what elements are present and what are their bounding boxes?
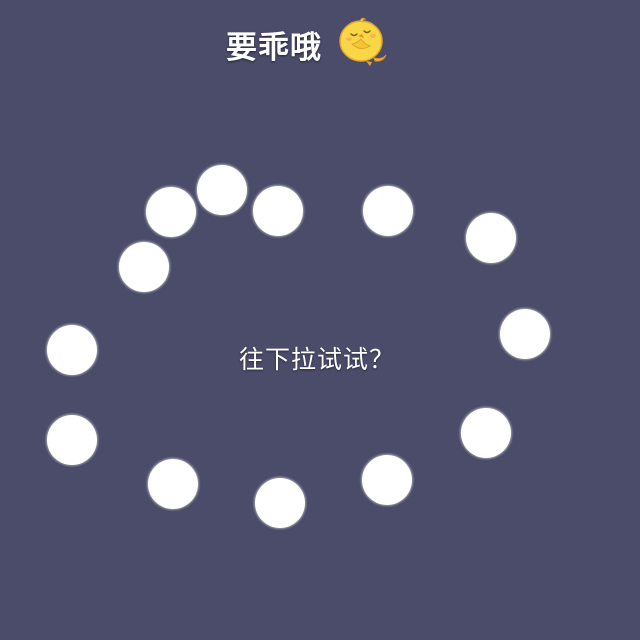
meme-canvas: 要乖哦 往下拉试试？ [0, 0, 640, 640]
dot [461, 408, 511, 458]
title-text: 要乖哦 [226, 29, 322, 66]
title-row: 要乖哦 [226, 14, 390, 74]
pull-down-prompt: 往下拉试试？ [238, 345, 395, 374]
dot [146, 187, 196, 237]
dot [148, 459, 198, 509]
dot [253, 186, 303, 236]
chick-emoji-icon [336, 14, 390, 68]
dot [119, 242, 169, 292]
dot [47, 415, 97, 465]
dot [363, 186, 413, 236]
dot [466, 213, 516, 263]
dot [362, 455, 412, 505]
dot [197, 165, 247, 215]
dot [255, 478, 305, 528]
